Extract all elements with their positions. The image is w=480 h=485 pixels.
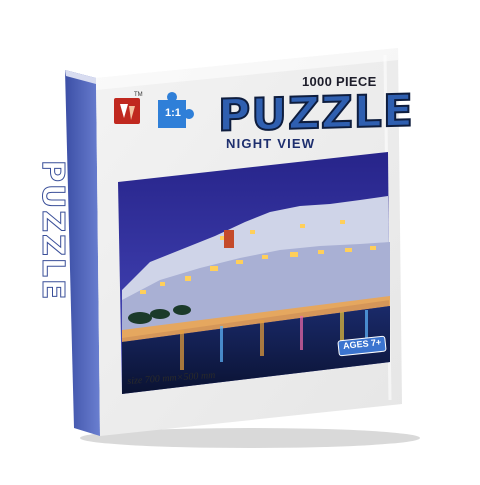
night-view-picture bbox=[118, 152, 390, 394]
spine-title: PUZZLE bbox=[35, 160, 71, 302]
brand-logo-icon bbox=[114, 98, 140, 124]
red-building bbox=[224, 230, 234, 248]
spine-count: 1000 bbox=[61, 360, 72, 383]
night-view-subtitle: NIGHT VIEW bbox=[226, 136, 316, 151]
puzzle-title: PUZZLE bbox=[217, 84, 415, 142]
ratio-label: 1:1 bbox=[165, 107, 181, 119]
puzzle-box-illustration bbox=[65, 48, 420, 448]
puzzle-box-photo: 1000 PIECE PUZZLE NIGHT VIEW 1:1 TM AGES… bbox=[0, 0, 480, 480]
trademark-label: TM bbox=[134, 92, 143, 98]
